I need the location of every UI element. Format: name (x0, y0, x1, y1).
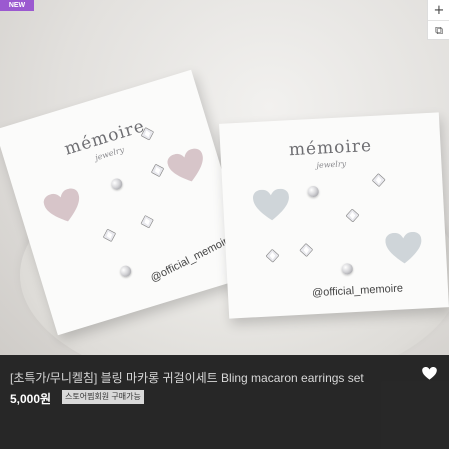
ball-stud (118, 264, 133, 279)
crystal-stud (102, 228, 117, 242)
instagram-handle: @official_memoire (148, 232, 236, 285)
instagram-handle: @official_memoire (311, 282, 404, 300)
macaron-heart-right (165, 147, 209, 188)
crystal-stud (140, 215, 154, 229)
macaron-heart-right (385, 231, 423, 265)
crystal-stud (265, 248, 280, 263)
crystal-stud (150, 163, 165, 178)
new-badge: NEW (0, 0, 34, 11)
copy-icon[interactable]: ⧉ (428, 20, 449, 40)
macaron-heart-left (252, 188, 291, 222)
crystal-stud (299, 243, 314, 257)
product-card[interactable]: mémoire jewelry @official_memoire mémoir… (0, 0, 449, 449)
wishlist-heart-icon[interactable] (422, 365, 437, 384)
ball-stud (307, 185, 319, 198)
product-info: [초특가/무니켈침] 블링 마카롱 귀걸이세트 Bling macaron ea… (0, 355, 449, 449)
ball-stud (341, 263, 354, 275)
product-title[interactable]: [초특가/무니켈침] 블링 마카롱 귀걸이세트 Bling macaron ea… (10, 369, 405, 386)
zoom-icon[interactable]: + (428, 0, 449, 20)
member-badge: 스토어찜회원 구매가능 (62, 390, 144, 404)
crystal-stud (345, 208, 360, 223)
side-actions: + ⧉ (427, 0, 449, 40)
macaron-heart-left (42, 186, 86, 227)
product-price: 5,000원 (10, 392, 52, 406)
crystal-stud (371, 173, 386, 187)
product-photo[interactable]: mémoire jewelry @official_memoire mémoir… (0, 0, 449, 355)
earring-card-right: mémoire jewelry @official_memoire (219, 112, 449, 319)
ball-stud (109, 177, 124, 191)
